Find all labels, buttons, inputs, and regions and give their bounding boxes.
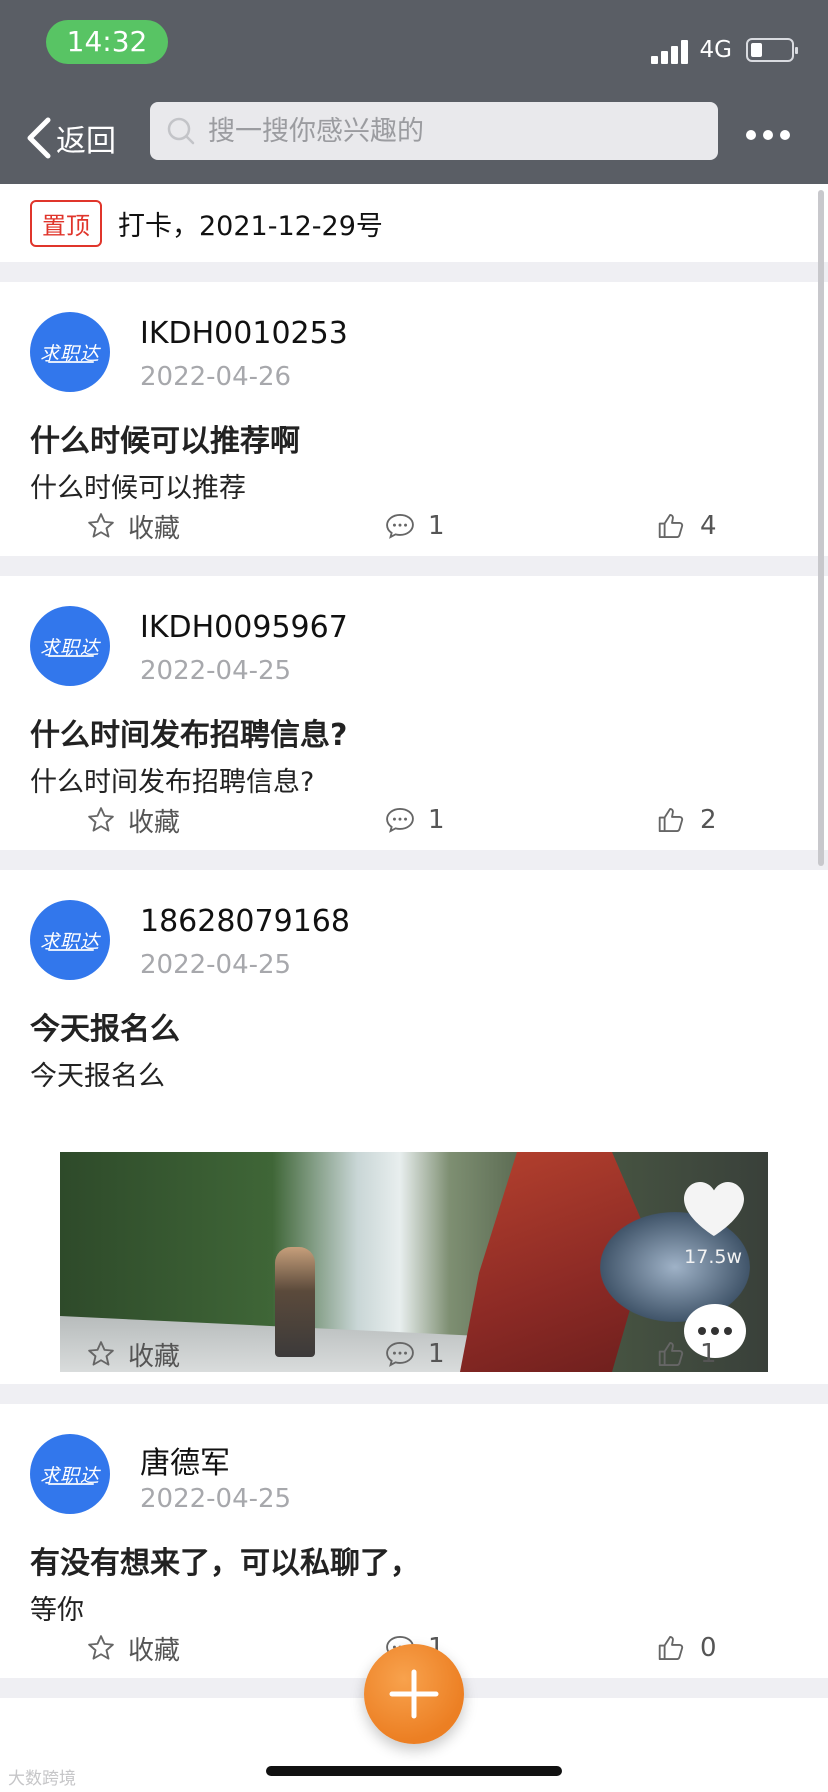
- more-dot-icon: [746, 130, 756, 140]
- comment-button[interactable]: 1: [384, 798, 445, 842]
- post-date: 2022-04-25: [140, 656, 292, 686]
- favorite-label: 收藏: [128, 807, 181, 838]
- star-icon: [88, 1635, 114, 1660]
- favorite-button[interactable]: 收藏: [86, 1626, 180, 1670]
- status-time: 14:32: [46, 20, 168, 64]
- back-label: 返回: [56, 124, 116, 159]
- post-author: IKDH0095967: [140, 610, 348, 645]
- pinned-title: 打卡，2021-12-29号: [118, 210, 383, 242]
- post-title: 什么时候可以推荐啊: [30, 424, 300, 459]
- post-date: 2022-04-25: [140, 1484, 292, 1514]
- post-card[interactable]: 求职达 IKDH0010253 2022-04-26 什么时候可以推荐啊 什么时…: [0, 282, 828, 556]
- pinned-post[interactable]: 置顶 打卡，2021-12-29号: [0, 184, 828, 262]
- network-type: 4G: [699, 37, 732, 63]
- search-input[interactable]: [208, 115, 688, 147]
- more-dot-icon: [763, 130, 773, 140]
- pinned-badge: 置顶: [30, 199, 102, 247]
- post-title: 有没有想来了，可以私聊了，: [30, 1546, 420, 1581]
- signal-icon: [650, 36, 688, 64]
- comment-icon: [386, 807, 414, 833]
- like-count: 4: [700, 511, 717, 541]
- like-count: 1: [700, 1339, 717, 1369]
- like-button[interactable]: 4: [656, 504, 717, 548]
- status-indicators: 4G: [650, 30, 798, 70]
- video-like-count: 17.5w: [684, 1246, 742, 1268]
- post-title: 今天报名么: [30, 1012, 180, 1047]
- divider: [0, 850, 828, 870]
- divider: [0, 262, 828, 282]
- post-author: 唐德军: [140, 1446, 230, 1481]
- post-body: 今天报名么: [30, 1061, 165, 1092]
- more-options-button[interactable]: [746, 130, 790, 140]
- post-actions: 收藏 1 2: [0, 798, 828, 842]
- comment-button[interactable]: 1: [384, 504, 445, 548]
- star-icon: [88, 1341, 114, 1366]
- chevron-left-icon: [27, 117, 51, 159]
- back-button[interactable]: 返回: [24, 112, 116, 164]
- like-button[interactable]: 0: [656, 1626, 717, 1670]
- avatar[interactable]: 求职达: [30, 312, 110, 392]
- watermark: 大数跨境: [8, 1769, 76, 1789]
- thumbs-up-icon: [658, 808, 684, 832]
- favorite-button[interactable]: 收藏: [86, 504, 180, 548]
- post-card[interactable]: 求职达 IKDH0095967 2022-04-25 什么时间发布招聘信息? 什…: [0, 576, 828, 850]
- thumbs-up-icon: [658, 514, 684, 538]
- thumbs-up-icon: [658, 1342, 684, 1366]
- post-body: 等你: [30, 1595, 84, 1626]
- divider: [0, 1384, 828, 1404]
- avatar[interactable]: 求职达: [30, 1434, 110, 1514]
- search-bar[interactable]: [150, 102, 718, 160]
- post-body: 什么时间发布招聘信息?: [30, 767, 315, 798]
- favorite-button[interactable]: 收藏: [86, 1332, 180, 1376]
- divider: [0, 556, 828, 576]
- like-button[interactable]: 2: [656, 798, 717, 842]
- comment-button[interactable]: 1: [384, 1332, 445, 1376]
- like-count: 0: [700, 1633, 717, 1663]
- comment-icon: [386, 1341, 414, 1367]
- comment-icon: [386, 513, 414, 539]
- post-card[interactable]: 求职达 18628079168 2022-04-25 今天报名么 今天报名么 1…: [0, 870, 828, 1384]
- battery-level: [751, 43, 762, 57]
- comment-count: 1: [428, 1339, 445, 1369]
- post-date: 2022-04-26: [140, 362, 292, 392]
- favorite-label: 收藏: [128, 513, 181, 544]
- add-post-button[interactable]: [364, 1644, 464, 1744]
- star-icon: [88, 807, 114, 832]
- post-title: 什么时间发布招聘信息?: [30, 718, 348, 753]
- favorite-button[interactable]: 收藏: [86, 798, 180, 842]
- comment-count: 1: [428, 511, 445, 541]
- like-button[interactable]: 1: [656, 1332, 717, 1376]
- favorite-label: 收藏: [128, 1341, 181, 1372]
- post-date: 2022-04-25: [140, 950, 292, 980]
- like-count: 2: [700, 805, 717, 835]
- heart-icon[interactable]: [682, 1180, 746, 1238]
- post-author: IKDH0010253: [140, 316, 348, 351]
- avatar[interactable]: 求职达: [30, 606, 110, 686]
- plus-icon: [389, 1669, 439, 1719]
- home-indicator[interactable]: [266, 1766, 562, 1776]
- battery-icon: [746, 38, 798, 62]
- post-author: 18628079168: [140, 904, 350, 939]
- post-actions: 收藏 1 4: [0, 504, 828, 548]
- more-dot-icon: [780, 130, 790, 140]
- avatar[interactable]: 求职达: [30, 900, 110, 980]
- post-body: 什么时候可以推荐: [30, 473, 246, 504]
- scrollbar[interactable]: [818, 190, 824, 866]
- top-bar: 14:32 4G 返回: [0, 0, 828, 184]
- post-card[interactable]: 求职达 唐德军 2022-04-25 有没有想来了，可以私聊了， 等你 收藏 1…: [0, 1404, 828, 1678]
- comment-count: 1: [428, 805, 445, 835]
- thumbs-up-icon: [658, 1636, 684, 1660]
- star-icon: [88, 513, 114, 538]
- favorite-label: 收藏: [128, 1635, 181, 1666]
- post-actions: 收藏 1 1: [0, 1332, 828, 1376]
- search-icon: [167, 117, 195, 145]
